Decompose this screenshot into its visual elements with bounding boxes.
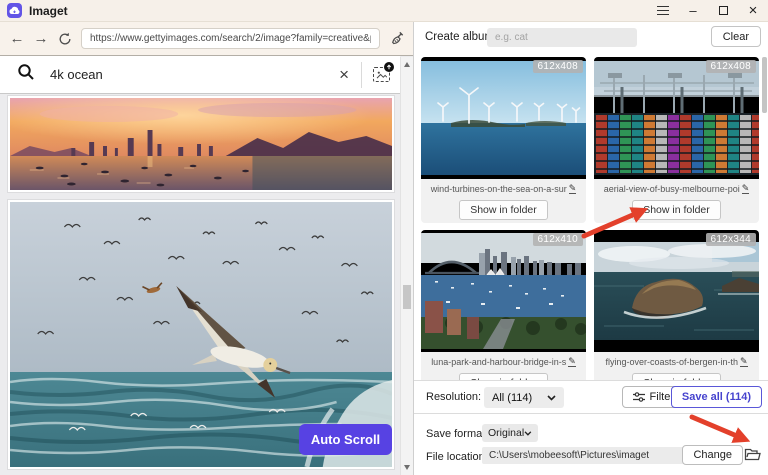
resolution-badge: 612x408 (532, 60, 583, 73)
close-button[interactable]: × (738, 0, 768, 22)
chevron-down-icon (547, 394, 556, 401)
browser-panel: ← → https://www.gettyimages.com/search/2… (0, 22, 413, 475)
image-card: 612x408 wind-turbines-on-the-sea-on-a-su… (421, 57, 586, 223)
select-images-icon[interactable] (362, 62, 400, 82)
filename: wind-turbines-on-the-sea-on-a-sur (430, 184, 567, 194)
downloaded-check-icon (561, 154, 579, 172)
filename-row: wind-turbines-on-the-sea-on-a-sur ✎ (421, 184, 586, 194)
file-location-label: File location: (426, 451, 488, 463)
create-album-input[interactable] (487, 28, 637, 47)
downloaded-check-icon (561, 327, 579, 345)
filename-row: luna-park-and-harbour-bridge-in-s ✎ (421, 357, 586, 367)
scroll-up-icon[interactable] (404, 62, 410, 67)
open-folder-icon[interactable] (744, 447, 761, 462)
menu-icon[interactable] (648, 0, 678, 22)
window-controls: – × (648, 0, 768, 22)
app-logo-cloud-icon (7, 3, 22, 18)
resolution-toolbar: Resolution: All (114) Filter Save all (1… (414, 380, 768, 414)
selection-badge (384, 62, 394, 72)
filename-row: flying-over-coasts-of-bergen-in-th ✎ (594, 357, 759, 367)
downloaded-images-grid: 612x408 wind-turbines-on-the-sea-on-a-su… (414, 55, 768, 380)
edit-filename-icon[interactable]: ✎ (741, 184, 750, 194)
chevron-down-icon (524, 430, 532, 436)
clear-button[interactable]: Clear (710, 26, 761, 47)
maximize-button[interactable] (708, 0, 738, 22)
downloaded-check-icon (734, 154, 752, 172)
scrollbar-thumb[interactable] (403, 285, 411, 309)
save-settings: Save format: Original File location: Cha… (414, 414, 768, 475)
resolution-badge: 612x410 (532, 233, 583, 246)
thumbnail-bergen-coast[interactable]: 612x344 (594, 230, 759, 352)
save-format-dropdown[interactable]: Original (482, 424, 538, 442)
filename: flying-over-coasts-of-bergen-in-th (605, 357, 738, 367)
filter-sliders-icon (632, 392, 645, 402)
search-input[interactable] (48, 66, 328, 83)
save-all-button[interactable]: Save all (114) (670, 386, 762, 408)
image-card: 612x408 aerial-view-of-busy-melbourne-po… (594, 57, 759, 223)
titlebar: Imaget – × (0, 0, 768, 22)
show-in-folder-button[interactable]: Show in folder (459, 373, 548, 380)
resolution-badge: 612x408 (705, 60, 756, 73)
resolution-dropdown[interactable]: All (114) (484, 387, 564, 408)
clean-broom-icon[interactable] (386, 31, 408, 46)
filename: luna-park-and-harbour-bridge-in-s (431, 357, 567, 367)
resolution-label: Resolution: (426, 391, 482, 403)
forward-icon[interactable]: → (29, 30, 53, 47)
thumbnail-sydney-harbour[interactable]: 612x410 (421, 230, 586, 352)
minimize-button[interactable]: – (678, 0, 708, 22)
edit-filename-icon[interactable]: ✎ (568, 184, 577, 194)
panel-scrollbar-thumb[interactable] (762, 57, 767, 113)
thumbnail-container-port[interactable]: 612x408 (594, 57, 759, 179)
show-in-folder-button[interactable]: Show in folder (632, 200, 721, 220)
edit-filename-icon[interactable]: ✎ (568, 357, 576, 367)
scroll-down-icon[interactable] (404, 465, 410, 470)
image-card: 612x344 flying-over-coasts-of-bergen-in-… (594, 230, 759, 380)
file-location-input[interactable] (482, 447, 697, 464)
search-icon (17, 63, 35, 86)
resolution-badge: 612x344 (705, 233, 756, 246)
auto-scroll-button[interactable]: Auto Scroll (299, 424, 392, 455)
downloaded-check-icon (734, 327, 752, 345)
url-bar[interactable] (81, 28, 380, 49)
refresh-icon[interactable] (53, 32, 77, 46)
browser-navbar: ← → (0, 22, 413, 56)
show-in-folder-button[interactable]: Show in folder (632, 373, 721, 380)
download-panel: Create album: Clear (413, 22, 768, 475)
filename: aerial-view-of-busy-melbourne-poi (603, 184, 740, 194)
back-icon[interactable]: ← (5, 30, 29, 47)
filename-row: aerial-view-of-busy-melbourne-poi ✎ (594, 184, 759, 194)
image-card: 612x410 luna-park-and-harbour-bridge-in-… (421, 230, 586, 380)
url-input[interactable] (82, 33, 379, 44)
show-in-folder-button[interactable]: Show in folder (459, 200, 548, 220)
site-search-bar: × (0, 56, 400, 94)
webpage-photo-sunset-harbor[interactable] (8, 96, 394, 192)
save-format-label: Save format: (426, 428, 489, 440)
app-window: Imaget – × ← → https://www.gettyimages.c… (0, 0, 768, 475)
edit-filename-icon[interactable]: ✎ (740, 357, 748, 367)
change-location-button[interactable]: Change (682, 445, 743, 465)
app-title: Imaget (29, 3, 68, 18)
clear-search-icon[interactable]: × (327, 65, 361, 85)
browser-scrollbar[interactable] (400, 57, 413, 475)
thumbnail-wind-turbines[interactable]: 612x408 (421, 57, 586, 179)
